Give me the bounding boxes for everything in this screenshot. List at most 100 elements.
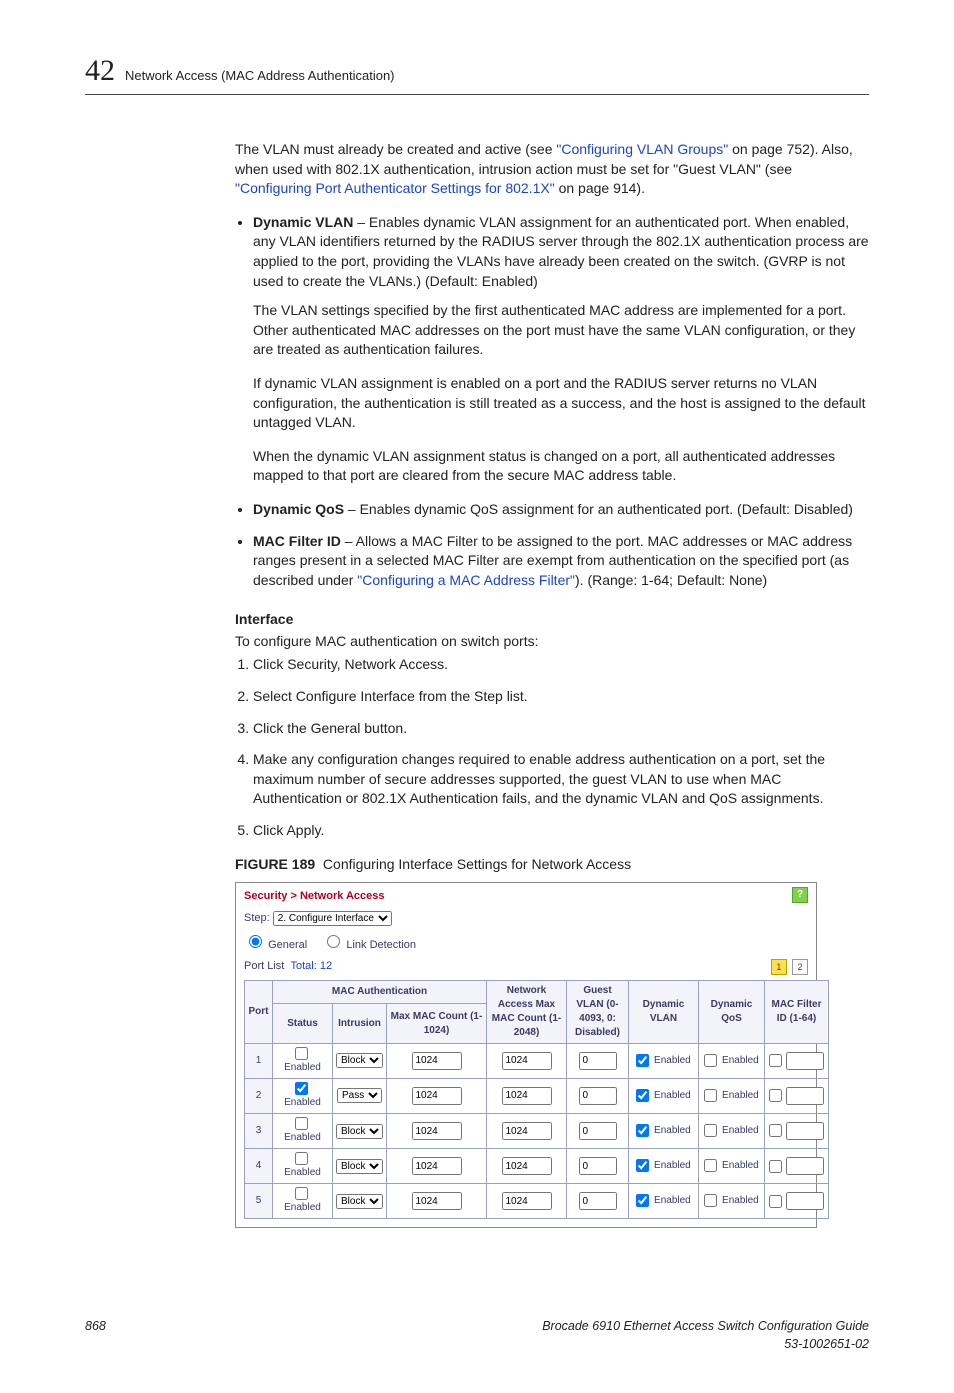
portlist-row: Port List Total: 12 1 2 bbox=[244, 959, 808, 975]
status-checkbox[interactable] bbox=[295, 1152, 308, 1165]
filter-checkbox[interactable] bbox=[769, 1195, 782, 1208]
intrusion-select[interactable]: Block bbox=[336, 1159, 383, 1174]
radio-general[interactable]: General bbox=[244, 939, 307, 951]
intrusion-select[interactable]: Pass bbox=[337, 1088, 382, 1103]
pager-page-2[interactable]: 2 bbox=[792, 959, 808, 975]
dvlan-checkbox[interactable] bbox=[636, 1194, 649, 1207]
maxmac-input[interactable] bbox=[412, 1157, 462, 1175]
filter-input[interactable] bbox=[786, 1052, 824, 1070]
dvlan-checkbox[interactable] bbox=[636, 1124, 649, 1137]
cell-intrusion: Block bbox=[333, 1043, 387, 1078]
enabled-label: Enabled bbox=[654, 1125, 691, 1136]
enabled-label: Enabled bbox=[654, 1090, 691, 1101]
pager-page-1[interactable]: 1 bbox=[771, 959, 787, 975]
th-guest-vlan: Guest VLAN (0-4093, 0: Disabled) bbox=[567, 980, 629, 1043]
guest-input[interactable] bbox=[579, 1122, 617, 1140]
maxmac-input[interactable] bbox=[412, 1122, 462, 1140]
cell-filter bbox=[765, 1043, 829, 1078]
radio-link-input[interactable] bbox=[327, 935, 340, 948]
guest-input[interactable] bbox=[579, 1052, 617, 1070]
guest-input[interactable] bbox=[579, 1192, 617, 1210]
dqos-checkbox[interactable] bbox=[704, 1124, 717, 1137]
filter-checkbox[interactable] bbox=[769, 1160, 782, 1173]
radio-link-label: Link Detection bbox=[346, 939, 416, 951]
status-checkbox[interactable] bbox=[295, 1117, 308, 1130]
cell-intrusion: Block bbox=[333, 1184, 387, 1219]
cell-dvlan: Enabled bbox=[629, 1114, 699, 1149]
radio-link-detection[interactable]: Link Detection bbox=[322, 939, 416, 951]
link-configuring-port-auth[interactable]: "Configuring Port Authenticator Settings… bbox=[235, 180, 555, 196]
cell-dvlan: Enabled bbox=[629, 1149, 699, 1184]
paragraph: The VLAN settings specified by the first… bbox=[253, 301, 869, 360]
netmac-input[interactable] bbox=[502, 1122, 552, 1140]
guest-input[interactable] bbox=[579, 1087, 617, 1105]
link-mac-address-filter[interactable]: "Configuring a MAC Address Filter" bbox=[357, 572, 575, 588]
maxmac-input[interactable] bbox=[412, 1087, 462, 1105]
enabled-label: Enabled bbox=[654, 1195, 691, 1206]
table-row: 5 EnabledBlock Enabled Enabled bbox=[245, 1184, 829, 1219]
intrusion-select[interactable]: Block bbox=[336, 1124, 383, 1139]
netmac-input[interactable] bbox=[502, 1192, 552, 1210]
intrusion-select[interactable]: Block bbox=[336, 1194, 383, 1209]
filter-input[interactable] bbox=[786, 1192, 824, 1210]
portlist-total: Total: 12 bbox=[290, 960, 332, 972]
dvlan-checkbox[interactable] bbox=[636, 1159, 649, 1172]
text: on page 914). bbox=[555, 180, 645, 196]
filter-input[interactable] bbox=[786, 1122, 824, 1140]
cell-intrusion: Pass bbox=[333, 1078, 387, 1113]
dqos-checkbox[interactable] bbox=[704, 1159, 717, 1172]
dvlan-checkbox[interactable] bbox=[636, 1089, 649, 1102]
dqos-checkbox[interactable] bbox=[704, 1089, 717, 1102]
maxmac-input[interactable] bbox=[412, 1052, 462, 1070]
cell-intrusion: Block bbox=[333, 1149, 387, 1184]
th-status: Status bbox=[273, 1004, 333, 1043]
enabled-label: Enabled bbox=[722, 1090, 759, 1101]
content-column: The VLAN must already be created and act… bbox=[235, 140, 869, 590]
dqos-checkbox[interactable] bbox=[704, 1194, 717, 1207]
link-configuring-vlan-groups[interactable]: "Configuring VLAN Groups" bbox=[556, 141, 728, 157]
cell-status: Enabled bbox=[273, 1043, 333, 1078]
cell-port: 2 bbox=[245, 1078, 273, 1113]
filter-checkbox[interactable] bbox=[769, 1054, 782, 1067]
cell-guest bbox=[567, 1114, 629, 1149]
cell-port: 4 bbox=[245, 1149, 273, 1184]
help-icon[interactable]: ? bbox=[792, 887, 808, 903]
figure-caption: FIGURE 189 Configuring Interface Setting… bbox=[235, 855, 869, 875]
filter-checkbox[interactable] bbox=[769, 1089, 782, 1102]
dvlan-checkbox[interactable] bbox=[636, 1054, 649, 1067]
netmac-input[interactable] bbox=[502, 1052, 552, 1070]
netmac-input[interactable] bbox=[502, 1157, 552, 1175]
step-list: Click Security, Network Access. Select C… bbox=[235, 655, 869, 840]
status-checkbox[interactable] bbox=[295, 1082, 308, 1095]
th-dynamic-vlan: Dynamic VLAN bbox=[629, 980, 699, 1043]
page-header: 42 Network Access (MAC Address Authentic… bbox=[85, 50, 869, 95]
cell-guest bbox=[567, 1078, 629, 1113]
cell-maxmac bbox=[387, 1114, 487, 1149]
th-intrusion: Intrusion bbox=[333, 1004, 387, 1043]
term: Dynamic QoS bbox=[253, 501, 344, 517]
cell-filter bbox=[765, 1078, 829, 1113]
enabled-label: Enabled bbox=[722, 1125, 759, 1136]
filter-input[interactable] bbox=[786, 1087, 824, 1105]
cell-status: Enabled bbox=[273, 1149, 333, 1184]
status-checkbox[interactable] bbox=[295, 1187, 308, 1200]
radio-general-input[interactable] bbox=[249, 935, 262, 948]
cell-netmac bbox=[487, 1114, 567, 1149]
step-select[interactable]: 2. Configure Interface bbox=[273, 911, 392, 926]
radio-general-label: General bbox=[268, 939, 307, 951]
filter-input[interactable] bbox=[786, 1157, 824, 1175]
step-2: Select Configure Interface from the Step… bbox=[253, 687, 869, 707]
guest-input[interactable] bbox=[579, 1157, 617, 1175]
footer-title: Brocade 6910 Ethernet Access Switch Conf… bbox=[542, 1318, 869, 1336]
intrusion-select[interactable]: Block bbox=[336, 1053, 383, 1068]
page-footer: 868 Brocade 6910 Ethernet Access Switch … bbox=[85, 1318, 869, 1353]
netmac-input[interactable] bbox=[502, 1087, 552, 1105]
filter-checkbox[interactable] bbox=[769, 1124, 782, 1137]
status-checkbox[interactable] bbox=[295, 1047, 308, 1060]
enabled-label: Enabled bbox=[284, 1097, 321, 1108]
enabled-label: Enabled bbox=[284, 1062, 321, 1073]
cell-maxmac bbox=[387, 1043, 487, 1078]
dqos-checkbox[interactable] bbox=[704, 1054, 717, 1067]
maxmac-input[interactable] bbox=[412, 1192, 462, 1210]
cell-filter bbox=[765, 1114, 829, 1149]
